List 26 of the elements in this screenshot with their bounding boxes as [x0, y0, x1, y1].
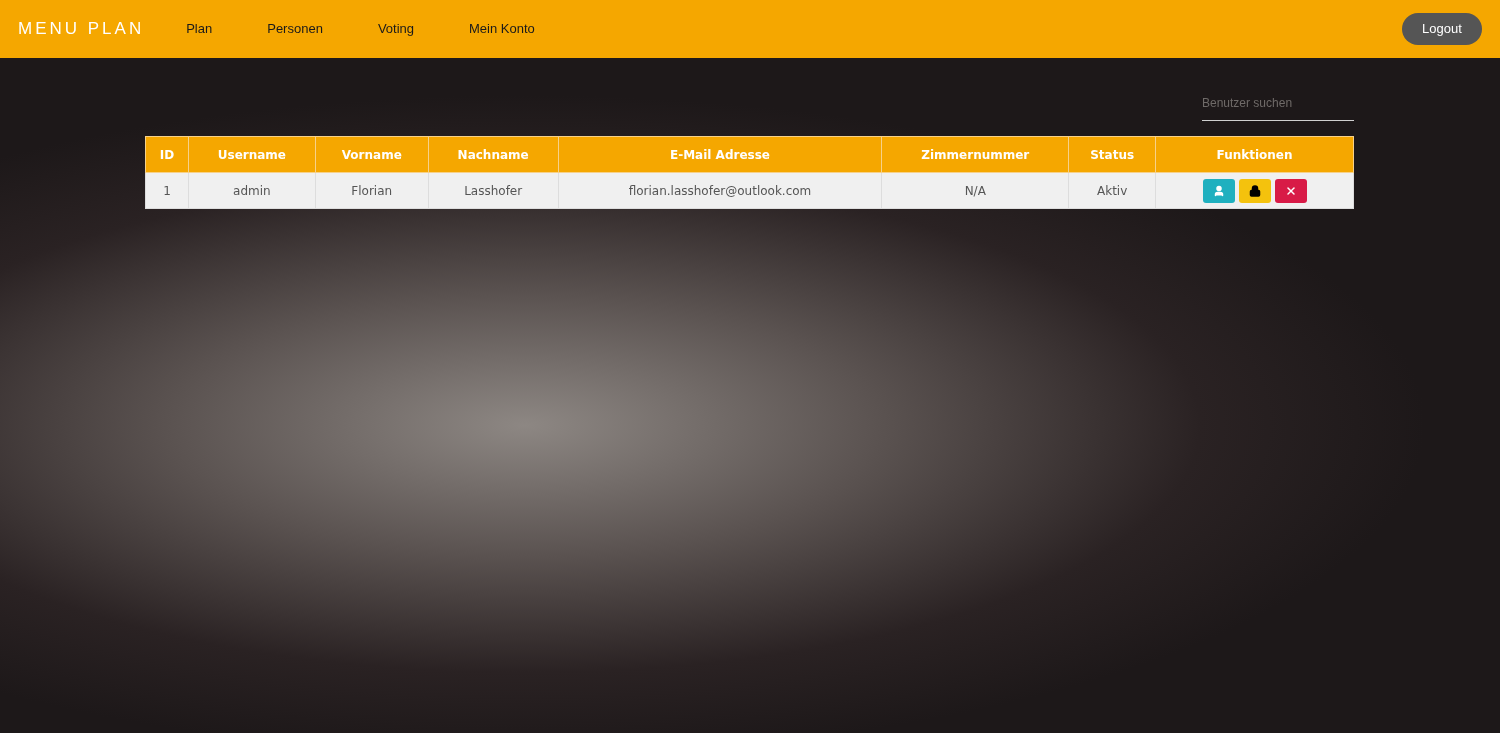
table-cell: 1 [145, 172, 189, 209]
nav-link[interactable]: Personen [267, 19, 323, 39]
lock-icon [1248, 184, 1261, 197]
column-header: Funktionen [1155, 136, 1354, 173]
column-header: Username [188, 136, 316, 173]
close-icon [1284, 184, 1297, 197]
nav-link[interactable]: Mein Konto [469, 19, 535, 39]
column-header: Zimmernummer [881, 136, 1069, 173]
delete-button[interactable] [1274, 178, 1307, 203]
logout-button[interactable]: Logout [1402, 13, 1482, 45]
lock-button[interactable] [1238, 178, 1271, 203]
nav-link[interactable]: Voting [377, 19, 415, 39]
table-cell: admin [188, 172, 316, 209]
column-header: E-Mail Adresse [558, 136, 882, 173]
search-field[interactable]: Benutzer suchen [1202, 94, 1354, 121]
table-cell: Aktiv [1068, 172, 1156, 209]
table-cell: florian.lasshofer@outlook.com [558, 172, 882, 209]
table-cell: Lasshofer [428, 172, 559, 209]
column-header: Status [1068, 136, 1156, 173]
table-cell: N/A [881, 172, 1069, 209]
nav-link[interactable]: Plan [186, 19, 213, 39]
table-cell: Florian [315, 172, 429, 209]
column-header: Vorname [315, 136, 429, 173]
person-icon [1212, 184, 1225, 197]
column-header: Nachname [428, 136, 559, 173]
column-header: ID [145, 136, 189, 173]
